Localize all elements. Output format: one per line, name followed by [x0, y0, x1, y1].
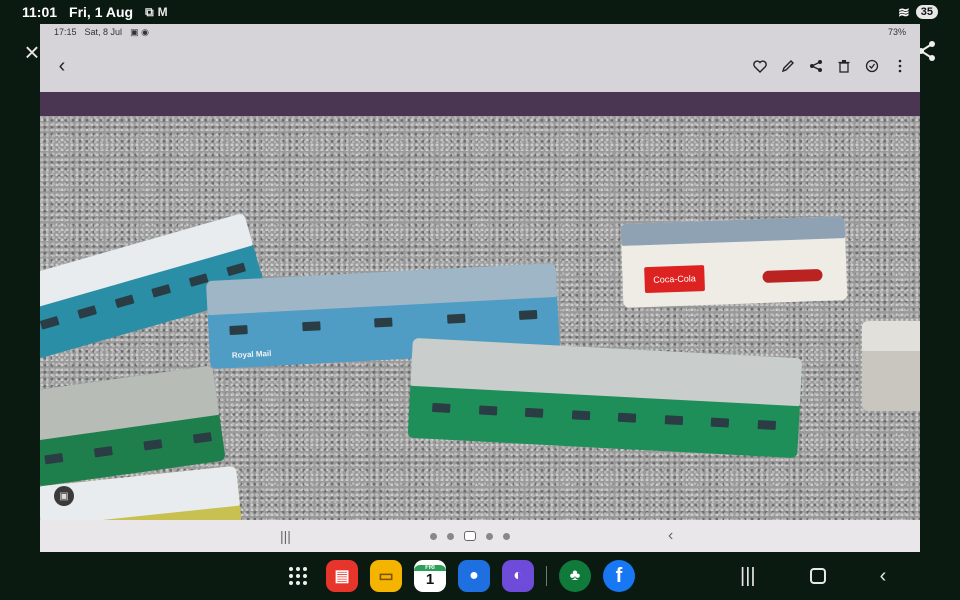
remaster-icon[interactable]	[864, 58, 880, 74]
samsung-notes-icon[interactable]: ▤	[326, 560, 358, 592]
inner-nav-bar: ||| ‹	[40, 520, 920, 552]
recents-icon[interactable]: |||	[280, 528, 291, 544]
back-button[interactable]: ‹	[880, 565, 887, 588]
back-icon[interactable]: ‹	[52, 55, 72, 78]
recents-button[interactable]: |||	[740, 565, 756, 588]
inner-status-bar: 17:15 Sat, 8 Jul ▣ ◉ 73%	[40, 24, 920, 40]
facebook-icon[interactable]: f	[603, 560, 635, 592]
inner-screenshot: 17:15 Sat, 8 Jul ▣ ◉ 73% ‹ Royal Mail Co…	[40, 24, 920, 552]
green-carriage-center	[407, 337, 803, 459]
taskbar: ▤ ▭ FRI 1 ● ◐ ♣ f ||| ‹	[0, 552, 960, 600]
page-dot	[464, 531, 476, 541]
smartthings-icon[interactable]: ♣	[559, 560, 591, 592]
royal-mail-sign: Royal Mail	[231, 348, 272, 360]
inner-back-icon[interactable]: ‹	[668, 527, 673, 545]
green-carriage-left	[40, 365, 226, 487]
share-icon[interactable]	[808, 58, 824, 74]
calendar-icon[interactable]: FRI 1	[414, 560, 446, 592]
gmail-icon: M	[157, 4, 168, 19]
home-button[interactable]	[809, 568, 826, 584]
coca-cola-wagon: Coca-Cola	[620, 216, 848, 308]
page-dot	[486, 532, 493, 540]
page-dot	[447, 532, 454, 540]
coca-cola-sign: Coca-Cola	[653, 273, 696, 285]
heart-icon[interactable]	[752, 58, 768, 74]
gallery-toolbar: ‹	[40, 40, 920, 92]
train-photo[interactable]: Royal Mail Coca-Cola ▣	[40, 116, 920, 520]
inner-time: 17:15	[54, 27, 77, 37]
app-drawer-icon[interactable]	[282, 560, 314, 592]
page-dot	[430, 532, 437, 540]
messages-icon[interactable]: ●	[458, 560, 490, 592]
calendar-date-label: 1	[425, 570, 435, 588]
trash-icon[interactable]	[836, 58, 852, 74]
grey-carriage-right	[862, 321, 920, 411]
taskbar-separator	[546, 566, 547, 586]
inner-date: Sat, 8 Jul	[84, 27, 123, 37]
status-notification-icons: ⧉ M	[145, 5, 168, 20]
page-dot	[503, 532, 510, 540]
coca-cola-logo: Coca-Cola	[644, 265, 705, 294]
more-icon[interactable]	[892, 58, 908, 74]
page-indicator	[430, 531, 510, 541]
inner-battery: 73%	[887, 27, 906, 37]
my-files-icon[interactable]: ▭	[370, 560, 402, 592]
wifi-icon: ≋	[898, 3, 910, 20]
bottle-graphic	[762, 268, 823, 284]
status-date: Fri, 1 Aug	[69, 4, 134, 20]
battery-badge: 35	[915, 5, 938, 19]
inner-notification-icons: ▣ ◉	[130, 26, 149, 37]
status-time: 11:01	[22, 4, 58, 20]
outer-status-bar: 11:01 Fri, 1 Aug ⧉ M ≋ 35	[0, 0, 960, 24]
edit-icon[interactable]	[780, 58, 796, 74]
photo-info-icon[interactable]: ▣	[54, 486, 74, 506]
screenshot-icon: ⧉	[145, 4, 154, 19]
purple-band	[40, 92, 920, 116]
safety-app-icon[interactable]: ◐	[502, 560, 534, 592]
